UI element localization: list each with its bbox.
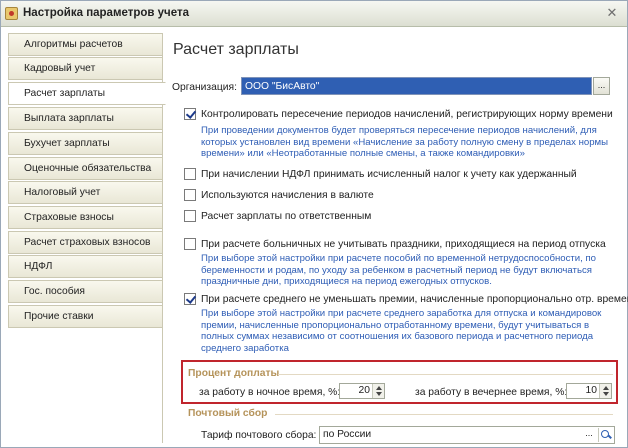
window-title: Настройка параметров учета bbox=[23, 7, 189, 19]
organization-label: Организация: bbox=[172, 82, 237, 93]
settings-window: Настройка параметров учета ✕ Алгоритмы р… bbox=[0, 0, 628, 448]
sidebar-item-insurance-calc[interactable]: Расчет страховых взносов bbox=[8, 231, 162, 254]
organization-select-button[interactable]: ... bbox=[593, 77, 610, 95]
option-label: При расчете больничных не учитывать праз… bbox=[201, 239, 606, 250]
checkbox-average-bonuses[interactable] bbox=[184, 293, 196, 305]
night-rate-value[interactable]: 20 bbox=[359, 385, 370, 396]
option-label: Расчет зарплаты по ответственным bbox=[201, 211, 372, 222]
main-panel: Расчет зарплаты Организация: ООО "БисАвт… bbox=[162, 33, 628, 444]
option-label: При начислении НДФЛ принимать исчисленны… bbox=[201, 169, 577, 180]
sidebar-item-insurance[interactable]: Страховые взносы bbox=[8, 206, 162, 229]
option-label: Используются начисления в валюте bbox=[201, 190, 374, 201]
sidebar-item-benefits[interactable]: Гос. пособия bbox=[8, 280, 162, 303]
evening-rate-stepper[interactable]: 10 bbox=[566, 383, 612, 399]
checkbox-ndfl-withheld[interactable] bbox=[184, 168, 196, 180]
sidebar-item-ndfl[interactable]: НДФЛ bbox=[8, 255, 162, 278]
night-rate-spin-arrows[interactable] bbox=[372, 384, 384, 398]
tariff-value[interactable]: по России bbox=[323, 429, 371, 440]
option-hint-average-bonuses: При выборе этой настройки при расчете ср… bbox=[201, 308, 602, 354]
surcharge-group-divider bbox=[278, 374, 613, 375]
surcharge-group-title: Процент доплаты bbox=[188, 368, 280, 379]
sidebar-item-accounting[interactable]: Бухучет зарплаты bbox=[8, 132, 162, 155]
arrow-up-icon[interactable] bbox=[603, 386, 609, 390]
tariff-label: Тариф почтового сбора: bbox=[201, 430, 317, 441]
checkbox-sick-leave-holidays[interactable] bbox=[184, 238, 196, 250]
option-hint-sick-leave-holidays: При выборе этой настройки при расчете по… bbox=[201, 253, 596, 288]
page-title: Расчет зарплаты bbox=[173, 41, 299, 58]
checkbox-control-overlap[interactable] bbox=[184, 108, 196, 120]
sidebar-item-algorithms[interactable]: Алгоритмы расчетов bbox=[8, 33, 162, 56]
option-hint-control-overlap: При проведении документов будет проверят… bbox=[201, 125, 609, 160]
option-label: При расчете среднего не уменьшать премии… bbox=[201, 294, 628, 305]
app-icon bbox=[5, 7, 18, 20]
checkbox-payroll-by-responsible[interactable] bbox=[184, 210, 196, 222]
evening-rate-label: за работу в вечернее время, %: bbox=[415, 387, 568, 398]
checkbox-currency-accruals[interactable] bbox=[184, 189, 196, 201]
sidebar-item-hr[interactable]: Кадровый учет bbox=[8, 57, 162, 80]
close-icon[interactable]: ✕ bbox=[605, 6, 619, 20]
tariff-field[interactable]: по России ... bbox=[319, 426, 615, 444]
evening-rate-value[interactable]: 10 bbox=[586, 385, 597, 396]
postal-group-title: Почтовый сбор bbox=[188, 408, 268, 419]
arrow-down-icon[interactable] bbox=[376, 392, 382, 396]
sidebar-item-liabilities[interactable]: Оценочные обязательства bbox=[8, 157, 162, 180]
postal-group-divider bbox=[275, 414, 613, 415]
night-rate-label: за работу в ночное время, %: bbox=[199, 387, 341, 398]
sidebar-item-payroll[interactable]: Расчет зарплаты bbox=[8, 82, 166, 105]
sidebar-item-salary-payment[interactable]: Выплата зарплаты bbox=[8, 107, 162, 130]
title-bar: Настройка параметров учета ✕ bbox=[1, 1, 627, 27]
search-icon[interactable] bbox=[598, 428, 613, 442]
tariff-select-button[interactable]: ... bbox=[582, 428, 596, 442]
arrow-down-icon[interactable] bbox=[603, 392, 609, 396]
sidebar-item-other-rates[interactable]: Прочие ставки bbox=[8, 305, 162, 328]
arrow-up-icon[interactable] bbox=[376, 386, 382, 390]
night-rate-stepper[interactable]: 20 bbox=[339, 383, 385, 399]
organization-field[interactable]: ООО "БисАвто" bbox=[241, 77, 592, 95]
sidebar-item-tax[interactable]: Налоговый учет bbox=[8, 181, 162, 204]
evening-rate-spin-arrows[interactable] bbox=[599, 384, 611, 398]
sidebar: Алгоритмы расчетов Кадровый учет Расчет … bbox=[8, 33, 166, 443]
option-label: Контролировать пересечение периодов начи… bbox=[201, 109, 613, 120]
